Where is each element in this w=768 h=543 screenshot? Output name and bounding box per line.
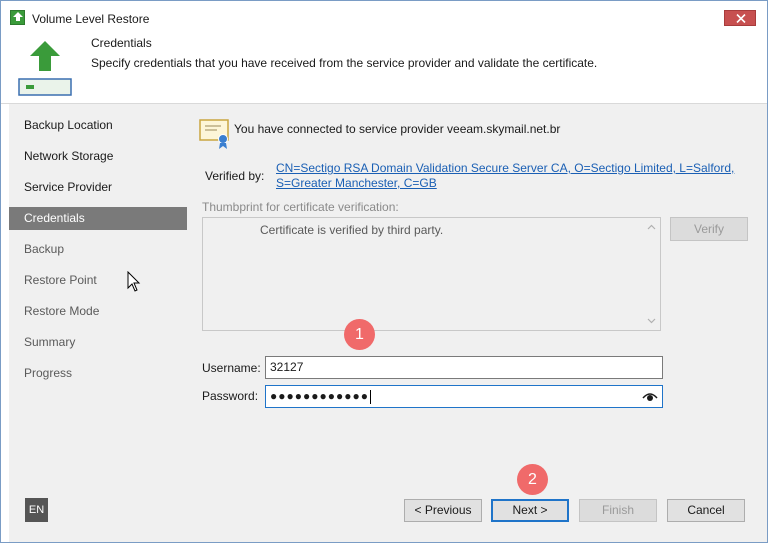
credentials-panel: You have connected to service provider v… — [189, 104, 767, 486]
wizard-header: Credentials Specify credentials that you… — [1, 31, 767, 104]
cancel-button[interactable]: Cancel — [667, 499, 745, 522]
thumbprint-text: Certificate is verified by third party. — [260, 223, 444, 237]
restore-wizard-window: Volume Level Restore Credentials Specify… — [0, 0, 768, 543]
title-bar: Volume Level Restore — [1, 1, 767, 31]
next-button[interactable]: Next > — [491, 499, 569, 522]
username-input[interactable]: 32127 — [265, 356, 663, 379]
chevron-up-icon[interactable] — [647, 224, 656, 230]
username-label: Username: — [202, 361, 261, 375]
verify-button[interactable]: Verify — [670, 217, 748, 241]
certificate-issuer-link[interactable]: CN=Sectigo RSA Domain Validation Secure … — [276, 161, 746, 191]
verified-by-label: Verified by: — [205, 169, 265, 183]
text-caret — [369, 389, 371, 404]
annotation-badge-1: 1 — [344, 319, 375, 350]
password-value: ●●●●●●●●●●●● — [270, 389, 369, 403]
connection-status-text: You have connected to service provider v… — [234, 122, 561, 136]
close-button[interactable] — [724, 10, 756, 26]
certificate-issuer-line1[interactable]: CN=Sectigo RSA Domain Validation Secure … — [276, 161, 746, 176]
language-indicator[interactable]: EN — [25, 498, 48, 522]
chevron-down-icon[interactable] — [647, 318, 656, 324]
certificate-issuer-line2[interactable]: S=Greater Manchester, C=GB — [276, 176, 746, 191]
window-title: Volume Level Restore — [32, 12, 150, 26]
sidebar-item-restore-point: Restore Point — [24, 273, 97, 287]
wizard-steps-sidebar: Backup Location Network Storage Service … — [9, 104, 189, 486]
password-label: Password: — [202, 389, 259, 403]
step-title: Credentials — [91, 36, 152, 50]
restore-arrow-icon — [18, 41, 72, 96]
password-input[interactable]: ●●●●●●●●●●●● — [265, 385, 663, 408]
sidebar-item-backup: Backup — [24, 242, 65, 256]
mouse-pointer-icon — [127, 271, 141, 292]
sidebar-item-restore-mode: Restore Mode — [24, 304, 100, 318]
show-password-eye-icon[interactable] — [642, 391, 658, 403]
certificate-icon — [199, 119, 229, 149]
finish-button: Finish — [579, 499, 657, 522]
wizard-footer: EN 2 < Previous Next > Finish Cancel — [9, 464, 767, 542]
step-description: Specify credentials that you have receiv… — [91, 56, 598, 70]
sidebar-item-network-storage[interactable]: Network Storage — [9, 145, 187, 168]
sidebar-item-progress: Progress — [24, 366, 73, 380]
annotation-badge-2: 2 — [517, 464, 548, 495]
sidebar-item-summary: Summary — [24, 335, 76, 349]
close-icon — [736, 14, 746, 23]
thumbprint-scrollbar[interactable] — [643, 218, 660, 330]
sidebar-item-service-provider[interactable]: Service Provider — [9, 176, 187, 199]
thumbprint-label: Thumbprint for certificate verification: — [202, 200, 399, 214]
previous-button[interactable]: < Previous — [404, 499, 482, 522]
sidebar-item-backup-location[interactable]: Backup Location — [9, 114, 187, 137]
thumbprint-textbox: Certificate is verified by third party. — [202, 217, 661, 331]
sidebar-item-credentials[interactable]: Credentials — [9, 207, 187, 230]
restore-app-icon — [10, 10, 25, 25]
